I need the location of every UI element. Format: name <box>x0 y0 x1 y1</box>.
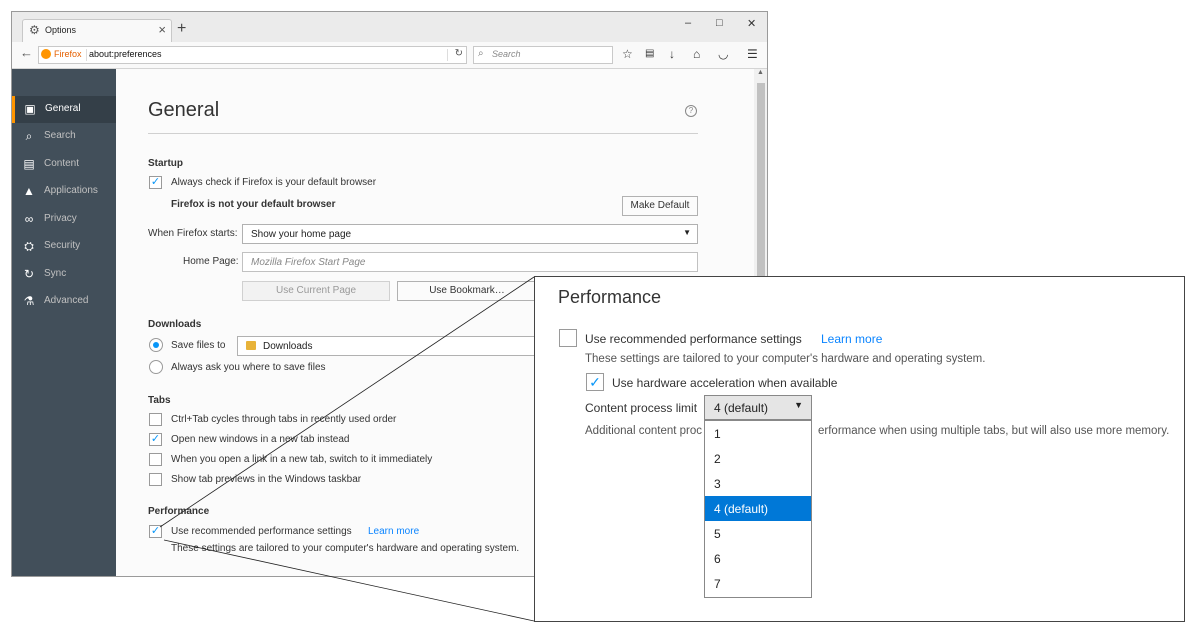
callout-line-bottom <box>163 539 535 622</box>
chevron-down-icon: ▼ <box>794 400 803 410</box>
zoom-performance-description: These settings are tailored to your comp… <box>585 353 986 365</box>
zoom-recommended-label: Use recommended performance settings <box>585 332 802 346</box>
dropdown-option[interactable]: 1 <box>705 421 811 446</box>
dropdown-option[interactable]: 3 <box>705 471 811 496</box>
content-process-limit-label: Content process limit <box>585 401 698 415</box>
process-limit-dropdown: 1 2 3 4 (default) 5 6 7 <box>704 420 812 598</box>
dropdown-option[interactable]: 2 <box>705 446 811 471</box>
zoom-performance-title: Performance <box>558 287 662 307</box>
content-process-limit-value: 4 (default) <box>714 401 769 415</box>
hardware-acceleration-checkbox[interactable]: ✓ <box>586 373 604 391</box>
content-process-limit-select[interactable]: 4 (default) ▼ <box>704 395 812 420</box>
option-label: 4 (default) <box>714 502 769 516</box>
option-label: 2 <box>714 452 721 466</box>
option-label: 5 <box>714 527 721 541</box>
option-label: 7 <box>714 577 721 591</box>
dropdown-option[interactable]: 6 <box>705 546 811 571</box>
option-label: 3 <box>714 477 721 491</box>
additional-text-left: Additional content proc <box>585 425 702 437</box>
hardware-acceleration-label: Use hardware acceleration when available <box>612 376 838 390</box>
zoom-learn-more-link[interactable]: Learn more <box>821 332 882 346</box>
zoom-performance-panel: Performance Use recommended performance … <box>534 276 1185 622</box>
option-label: 6 <box>714 552 721 566</box>
dropdown-option[interactable]: 5 <box>705 521 811 546</box>
callout-line-top <box>159 276 535 528</box>
option-label: 1 <box>714 427 721 441</box>
zoom-recommended-checkbox[interactable] <box>559 329 577 347</box>
additional-text-right: erformance when using multiple tabs, but… <box>818 425 1170 437</box>
dropdown-option-selected[interactable]: 4 (default) <box>705 496 811 521</box>
dropdown-option[interactable]: 7 <box>705 571 811 596</box>
